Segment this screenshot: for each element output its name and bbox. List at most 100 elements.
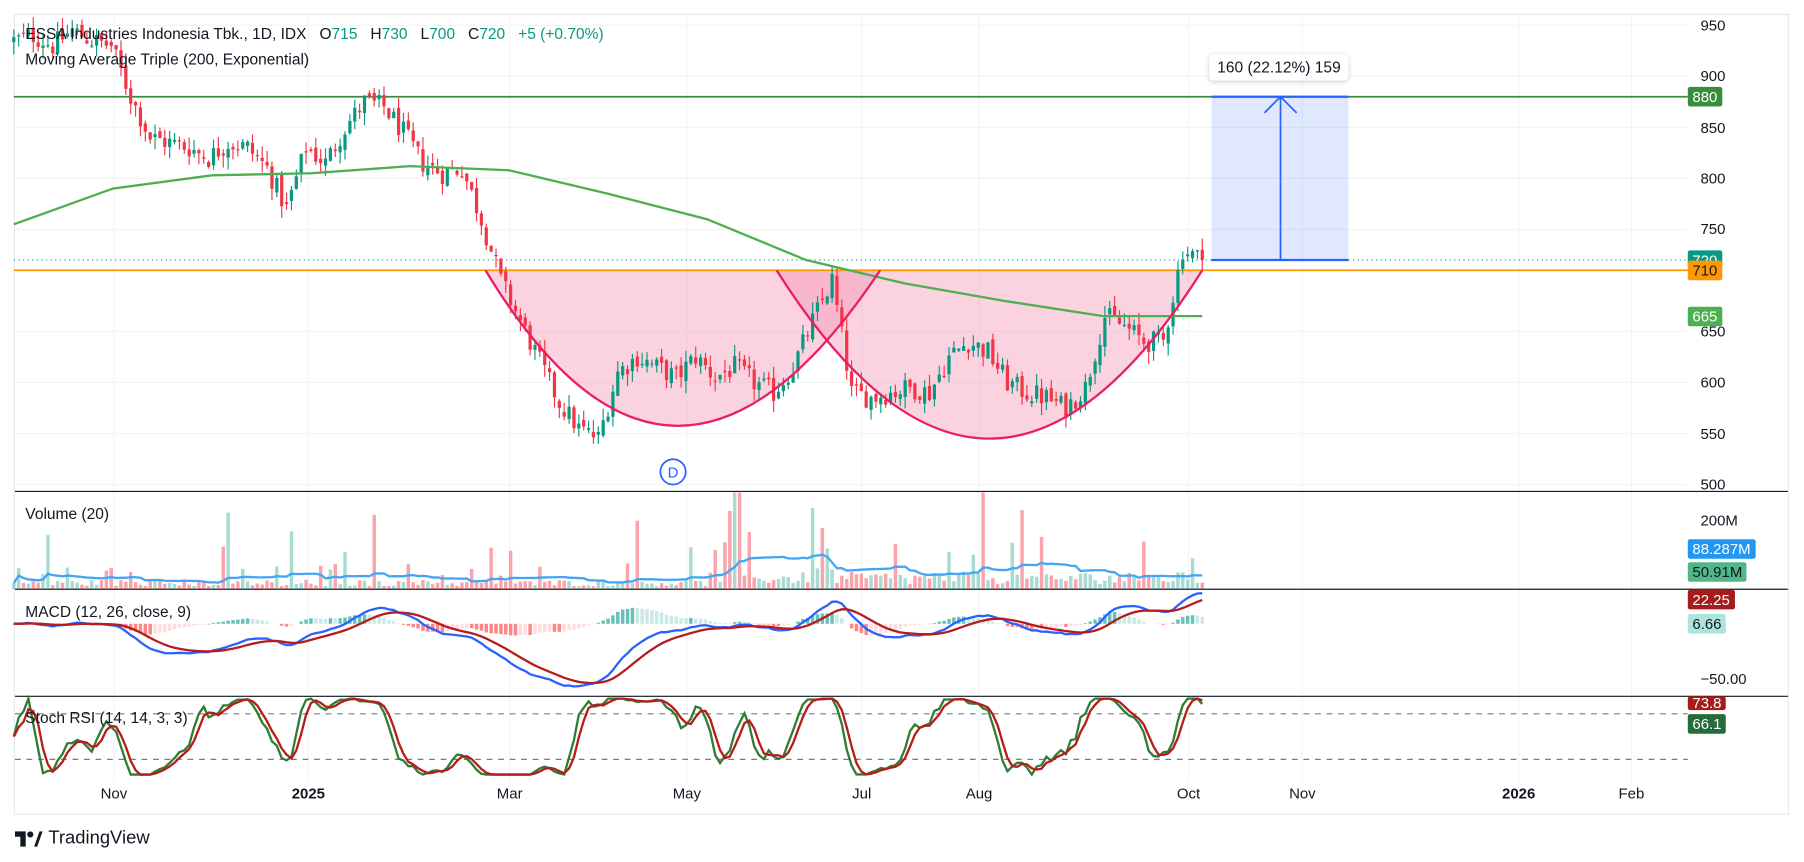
macd-histogram-bar: [192, 623, 196, 626]
candle-body: [718, 374, 722, 380]
candle-body: [338, 146, 342, 153]
candle-body: [650, 363, 654, 365]
volume-bar: [1073, 579, 1078, 590]
macd-histogram-bar: [669, 615, 674, 624]
macd-histogram-bar: [1049, 623, 1054, 628]
time-label-jul: Jul: [852, 784, 872, 803]
candle-body: [90, 45, 94, 47]
candle-body: [241, 142, 245, 149]
volume-bar: [664, 585, 669, 590]
volume-bar: [314, 585, 318, 590]
volume-bar: [128, 572, 133, 590]
macd-tag: 22.25: [1687, 589, 1735, 610]
volume-bar: [231, 583, 235, 590]
macd-histogram-bar: [163, 623, 167, 633]
volume-bar: [1034, 576, 1039, 590]
candle-body: [1093, 361, 1097, 374]
measure-label[interactable]: 160 (22.12%) 159: [1209, 54, 1349, 81]
volume-bar: [854, 574, 859, 590]
macd-histogram-bar: [411, 623, 415, 628]
candle-body: [1117, 317, 1122, 324]
macd-histogram-bar: [1166, 623, 1170, 625]
volume-bar: [221, 546, 225, 590]
candle-body: [625, 369, 630, 375]
volume-legend[interactable]: Volume (20): [25, 505, 109, 522]
candle-body: [484, 227, 488, 246]
stoch-rsi-legend[interactable]: Stoch RSI (14, 14, 3, 3): [25, 709, 187, 726]
candle-body: [289, 189, 294, 201]
volume-bar: [869, 575, 873, 590]
candle-body: [1200, 249, 1204, 261]
candle-body: [1132, 325, 1136, 331]
candle-body: [835, 275, 839, 305]
macd-histogram-bar: [328, 618, 333, 624]
stoch-d-tag: 66.1: [1687, 714, 1727, 734]
candle-body: [616, 371, 620, 396]
volume-bar: [158, 580, 162, 590]
macd-histogram-bar: [499, 623, 503, 635]
volume-bar: [318, 565, 323, 590]
candle-body: [533, 345, 537, 350]
volume-bar: [1030, 575, 1034, 590]
macd-histogram-bar: [382, 617, 386, 624]
tradingview-chart[interactable]: D ESSA Industries Indonesia Tbk., 1D, ID…: [0, 0, 1804, 862]
candle-body: [362, 95, 367, 113]
macd-line: [13, 592, 1203, 688]
candle-body: [474, 188, 479, 214]
candle-body: [1054, 398, 1058, 401]
candle-body: [523, 317, 527, 326]
volume-bar: [562, 580, 566, 590]
chart-canvas[interactable]: D: [0, 0, 1804, 862]
volume-bar: [864, 578, 868, 590]
candle-body: [158, 131, 162, 139]
macd-histogram-bar: [1171, 622, 1175, 624]
volume-bar: [411, 582, 415, 590]
macd-histogram-bar: [172, 623, 177, 630]
volume-bar: [840, 575, 844, 590]
volume-bar: [1000, 583, 1005, 590]
open-value: 715: [331, 25, 358, 43]
macd-histogram-bar: [562, 623, 566, 632]
volume-bar: [577, 586, 581, 590]
volume-bar: [177, 585, 182, 590]
candle-body: [869, 396, 873, 410]
volume-bar: [455, 585, 459, 590]
volume-bar: [684, 580, 688, 590]
candle-body: [124, 65, 128, 89]
macd-histogram-bar: [333, 618, 338, 624]
tradingview-logo[interactable]: TradingView: [14, 829, 150, 850]
candle-body: [499, 258, 503, 274]
volume-bar: [396, 581, 401, 590]
volume-ma-tag: 88.287M: [1687, 539, 1756, 559]
volume-bar: [806, 582, 810, 590]
candle-body: [411, 130, 415, 142]
macd-histogram-bar: [737, 621, 742, 624]
macd-histogram-bar: [250, 618, 255, 624]
candle-body: [698, 357, 703, 367]
volume-bar: [976, 573, 980, 590]
volume-bar: [606, 586, 610, 590]
volume-bar: [133, 582, 138, 590]
ma-legend[interactable]: Moving Average Triple (200, Exponential): [25, 51, 309, 68]
volume-bar: [1044, 574, 1049, 590]
macd-histogram-bar: [1142, 621, 1146, 624]
candle-body: [192, 149, 196, 154]
candle-body: [947, 355, 951, 375]
macd-histogram-bar: [255, 619, 260, 624]
candle-body: [567, 406, 571, 420]
candle-body: [640, 363, 644, 366]
volume-bar: [572, 586, 576, 590]
symbol-legend[interactable]: ESSA Industries Indonesia Tbk., 1D, IDX …: [25, 25, 603, 42]
macd-histogram-bar: [314, 618, 318, 624]
macd-legend[interactable]: MACD (12, 26, close, 9): [25, 603, 191, 620]
macd-histogram-bar: [469, 623, 474, 629]
volume-bar: [508, 550, 513, 590]
candle-body: [1044, 390, 1049, 403]
macd-histogram-bar: [718, 622, 722, 624]
macd-histogram-bar: [893, 623, 898, 630]
volume-bar: [611, 585, 615, 590]
volume-bar: [1122, 581, 1127, 590]
volume-bar: [469, 568, 474, 590]
candle-body: [319, 158, 323, 164]
candle-body: [742, 359, 747, 367]
